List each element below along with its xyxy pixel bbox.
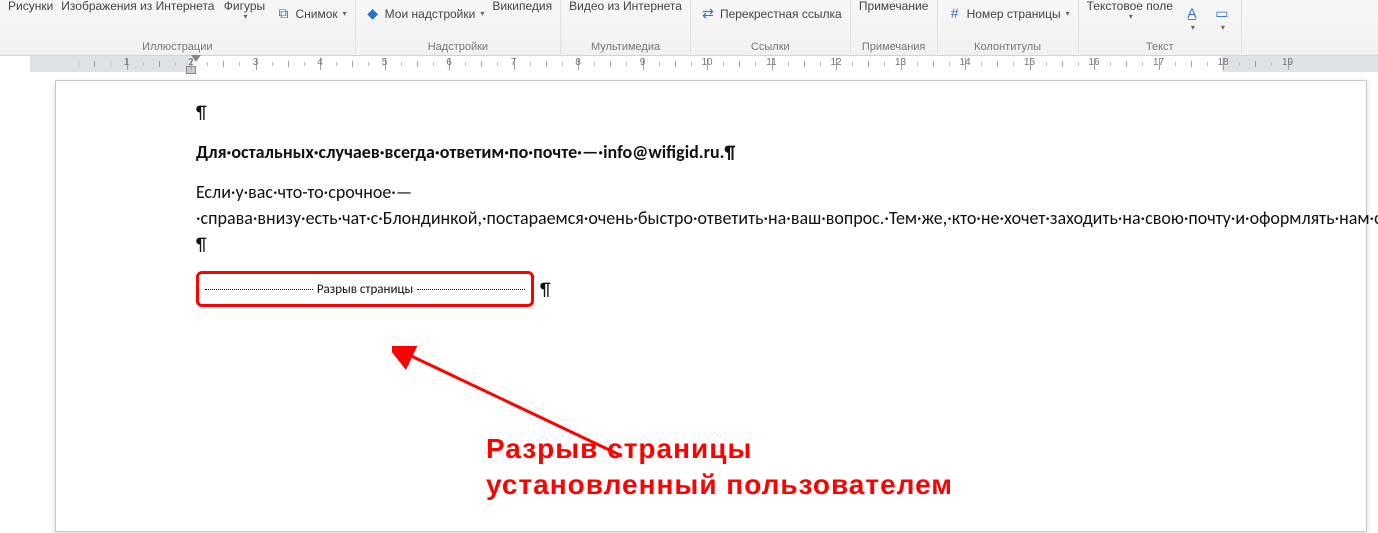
- chevron-down-icon: ▾: [1066, 10, 1070, 18]
- annotation-line1: Разрыв страницы: [486, 431, 953, 467]
- paragraph-end-mark: ¶: [724, 141, 735, 163]
- chevron-down-icon: ▾: [1129, 13, 1133, 21]
- ribbon-group-text: Текстовое поле▾ A̲▾ ▭▾ Текст: [1079, 0, 1242, 54]
- paragraph-end-mark: ¶: [540, 278, 551, 300]
- ribbon-button-screenshot[interactable]: ⧉ Снимок ▾: [272, 0, 348, 24]
- ribbon-label: Википедия: [492, 0, 552, 13]
- ribbon-button-myaddins[interactable]: ◆ Мои надстройки ▾: [362, 0, 487, 24]
- chevron-down-icon: ▾: [1221, 24, 1225, 32]
- ribbon-group-media: Видео из Интернета Мультимедиа: [561, 0, 691, 54]
- ribbon-group-label: Примечания: [857, 41, 931, 54]
- ruler-area: 12345678910111213141516171819: [0, 56, 1378, 78]
- object-icon: ▭: [1213, 4, 1231, 22]
- ribbon-group-links: ⇄ Перекрестная ссылка Ссылки: [691, 0, 851, 54]
- ribbon-group-addins: ◆ Мои надстройки ▾ Википедия Надстройки: [356, 0, 561, 54]
- ribbon-label: Рисунки: [8, 0, 53, 13]
- ribbon-button-pictures[interactable]: Рисунки: [6, 0, 55, 13]
- ribbon-button-comment[interactable]: Примечание: [857, 0, 931, 13]
- ribbon-label: Снимок: [295, 8, 337, 21]
- ribbon-label: Текстовое поле: [1087, 0, 1173, 13]
- ribbon-group-label: Надстройки: [362, 41, 554, 54]
- chevron-down-icon: ▾: [243, 13, 247, 21]
- addins-icon: ◆: [364, 4, 382, 22]
- ribbon-group-label: Иллюстрации: [6, 41, 349, 54]
- ribbon-group-illustrations: Рисунки Изображения из Интернета Фигуры▾…: [0, 0, 356, 54]
- page-break-label: Разрыв страницы: [313, 282, 417, 297]
- screenshot-icon: ⧉: [274, 4, 292, 22]
- paragraph-body: Если·у·вас·что-то·срочное·—·справа·внизу…: [196, 179, 982, 257]
- paragraph-text: Для·остальных·случаев·всегда·ответим·по·…: [196, 141, 724, 163]
- ruler-margin-right: [1222, 56, 1378, 72]
- chevron-down-icon: ▾: [343, 10, 347, 18]
- horizontal-ruler[interactable]: 12345678910111213141516171819: [30, 56, 1378, 74]
- document-content[interactable]: ¶ Для·остальных·случаев·всегда·ответим·п…: [196, 99, 982, 307]
- page-break-row: Разрыв страницы ¶: [196, 271, 982, 307]
- xref-icon: ⇄: [699, 4, 717, 22]
- ribbon-button-dropcap[interactable]: A̲ ▾: [1179, 0, 1205, 32]
- ribbon-button-xref[interactable]: ⇄ Перекрестная ссылка: [697, 0, 844, 24]
- ribbon-group-comments: Примечание Примечания: [851, 0, 938, 54]
- ribbon: Рисунки Изображения из Интернета Фигуры▾…: [0, 0, 1378, 56]
- dropcap-icon: A̲: [1183, 4, 1201, 22]
- paragraph-mark: ¶: [196, 99, 982, 125]
- page-break-dotted-line: [205, 289, 313, 290]
- paragraph-text: Если·у·вас·что-то·срочное·—·справа·внизу…: [196, 181, 1378, 229]
- ribbon-group-label: Текст: [1085, 41, 1235, 54]
- ribbon-group-label: Мультимедиа: [567, 41, 684, 54]
- page-break-highlight: Разрыв страницы: [196, 271, 534, 307]
- ribbon-group-label: Колонтитулы: [944, 41, 1072, 54]
- ribbon-button-video[interactable]: Видео из Интернета: [567, 0, 684, 13]
- chevron-down-icon: ▾: [1191, 24, 1195, 32]
- ribbon-button-pagenum[interactable]: # Номер страницы ▾: [944, 0, 1072, 24]
- document-page[interactable]: ¶ Для·остальных·случаев·всегда·ответим·п…: [55, 80, 1367, 532]
- ribbon-label: Номер страницы: [967, 8, 1061, 21]
- ribbon-group-label: Ссылки: [697, 41, 844, 54]
- ribbon-button-webimages[interactable]: Изображения из Интернета: [59, 0, 216, 13]
- pagenumber-icon: #: [946, 4, 964, 22]
- ribbon-label: Перекрестная ссылка: [720, 8, 842, 21]
- ribbon-label: Примечание: [859, 0, 928, 13]
- chevron-down-icon: ▾: [480, 10, 484, 18]
- ribbon-label: Мои надстройки: [385, 8, 476, 21]
- document-viewport: ¶ Для·остальных·случаев·всегда·ответим·п…: [30, 80, 1378, 533]
- ribbon-button-object[interactable]: ▭▾: [1209, 0, 1235, 32]
- ribbon-group-headerfooter: # Номер страницы ▾ Колонтитулы: [938, 0, 1079, 54]
- paragraph-bold: Для·остальных·случаев·всегда·ответим·по·…: [196, 139, 982, 165]
- ribbon-label: Изображения из Интернета: [61, 0, 214, 13]
- paragraph-end-mark: ¶: [196, 233, 207, 255]
- ribbon-button-textbox[interactable]: Текстовое поле▾: [1085, 0, 1175, 21]
- ribbon-button-wikipedia[interactable]: Википедия: [490, 0, 554, 13]
- page-break-dotted-line: [417, 289, 525, 290]
- annotation-text: Разрыв страницы установленный пользовате…: [486, 431, 953, 504]
- ribbon-label: Фигуры: [224, 0, 265, 13]
- ribbon-label: Видео из Интернета: [569, 0, 682, 13]
- annotation-line2: установленный пользователем: [486, 467, 953, 503]
- ribbon-button-shapes[interactable]: Фигуры▾: [220, 0, 268, 21]
